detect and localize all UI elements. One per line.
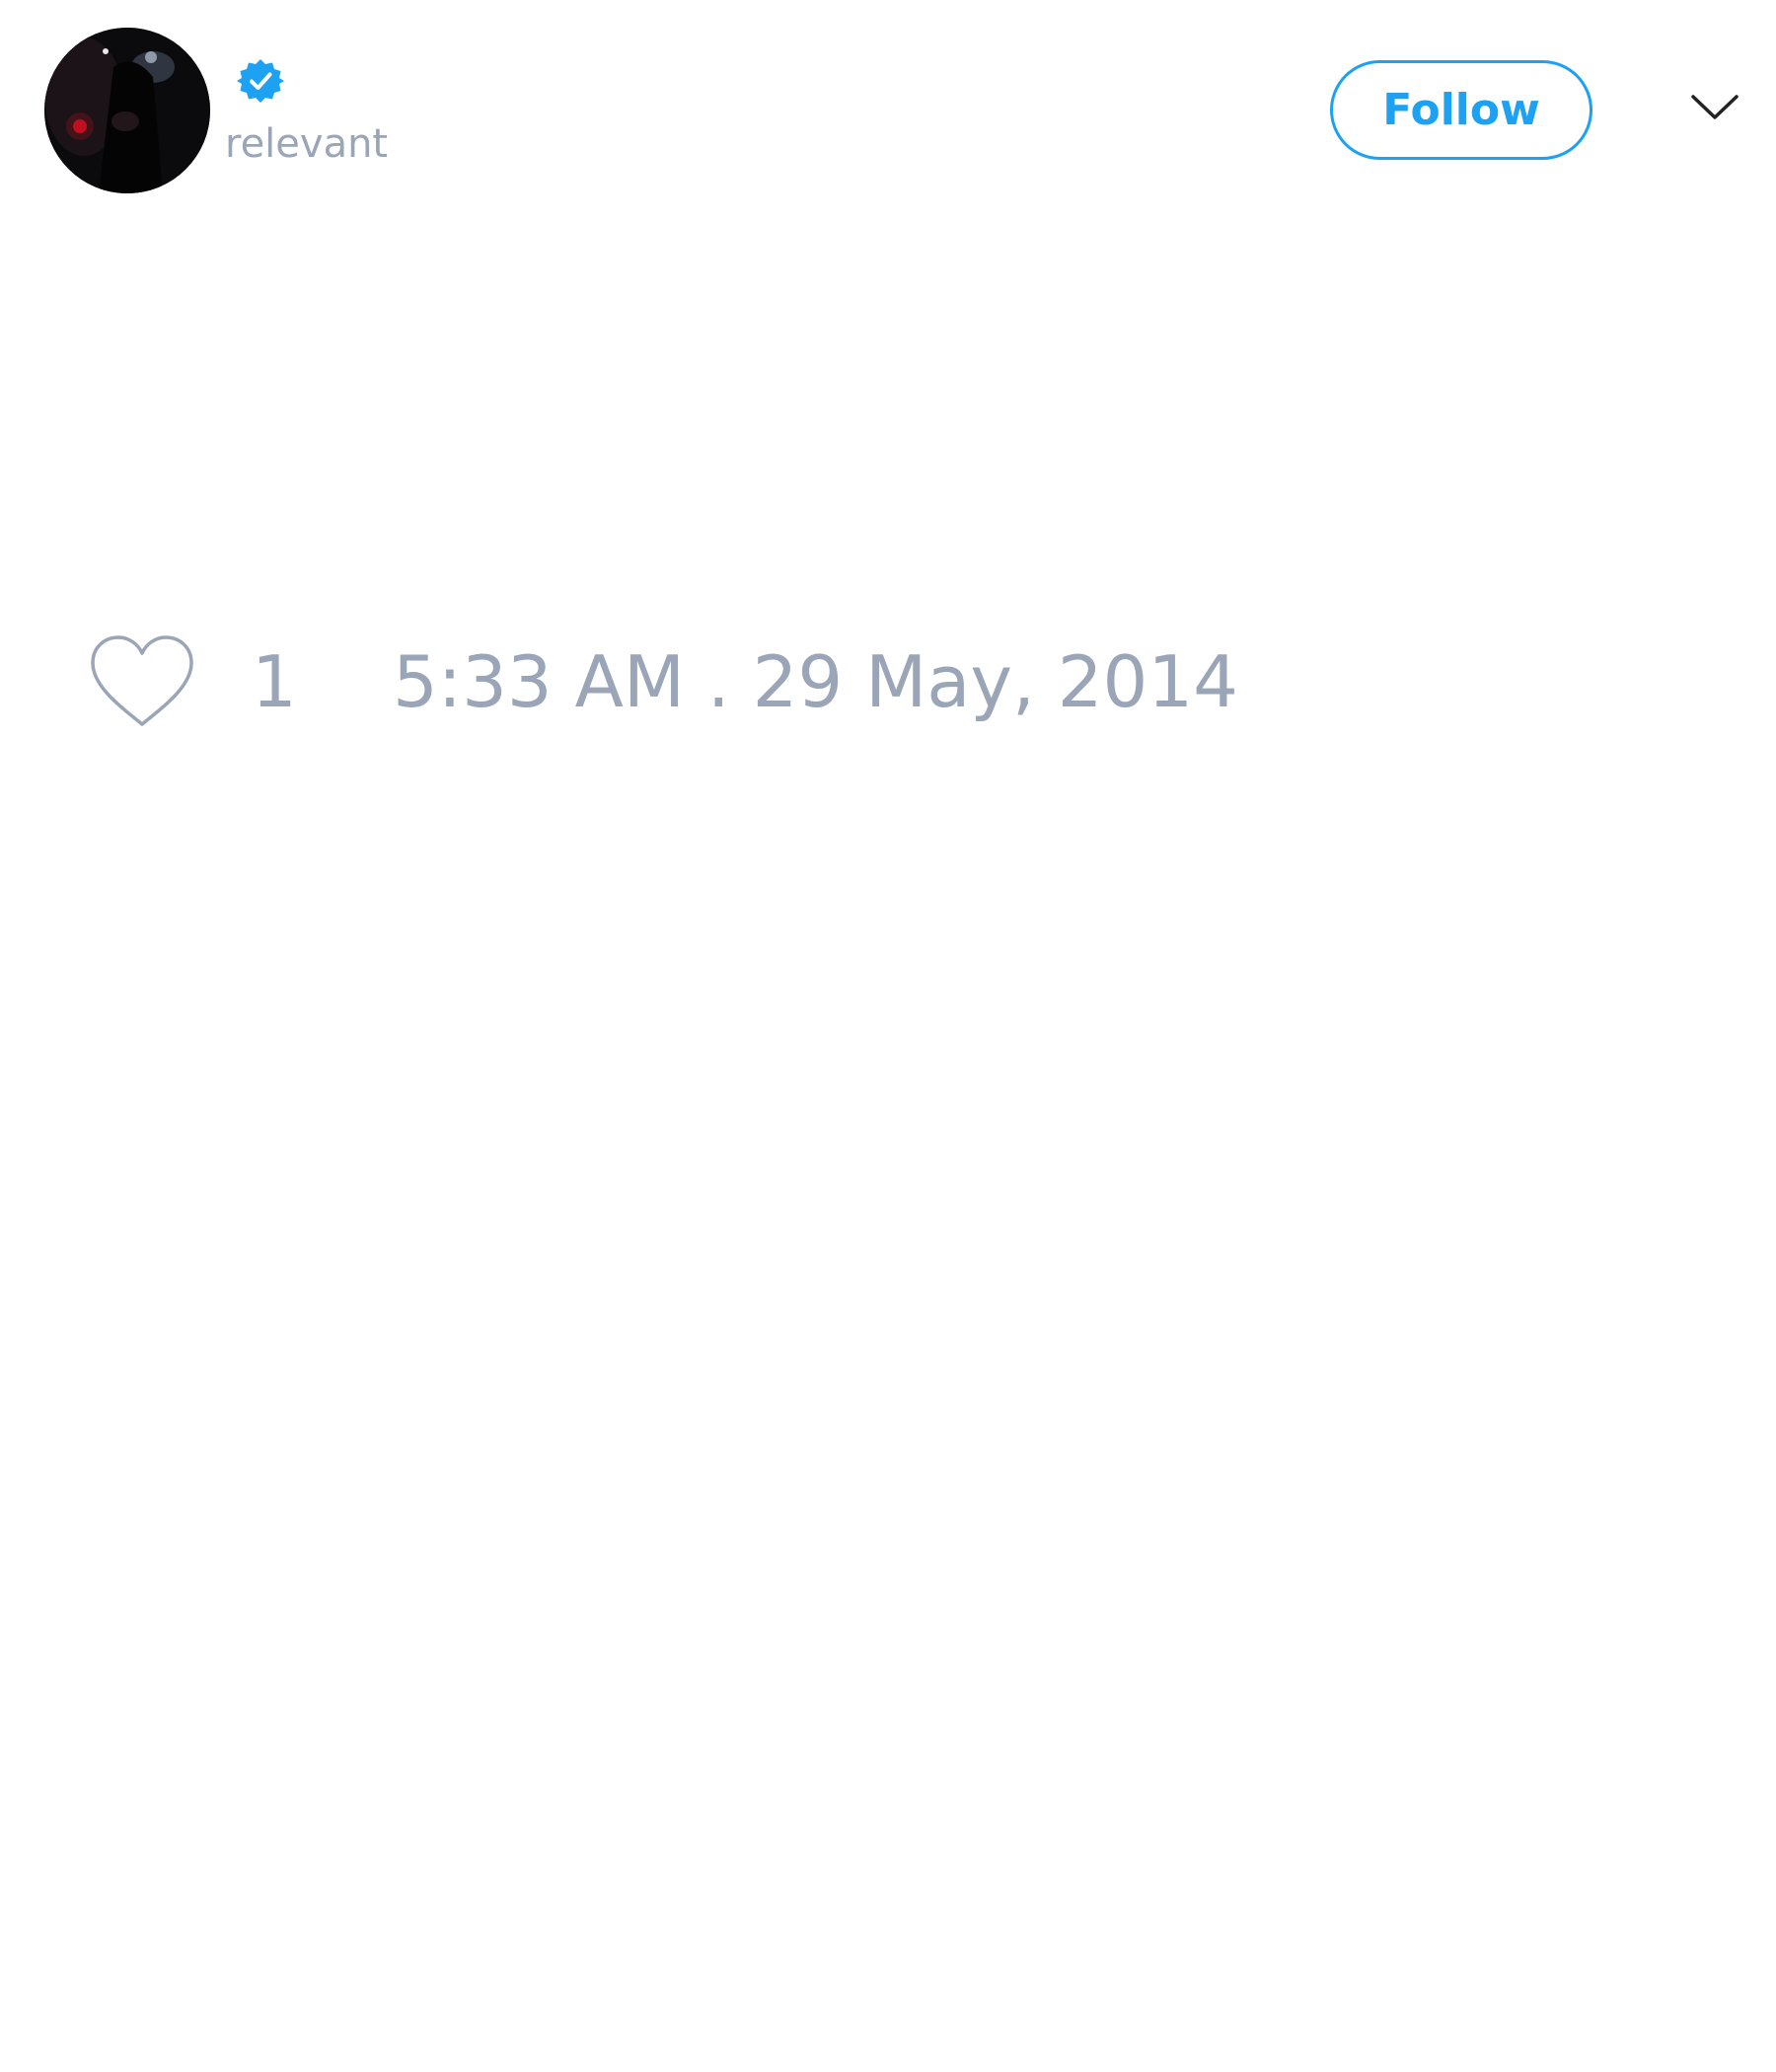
- avatar[interactable]: [44, 28, 210, 193]
- avatar-image: [44, 28, 210, 193]
- username[interactable]: relevant: [225, 124, 388, 164]
- follow-button[interactable]: Follow: [1330, 60, 1592, 160]
- chevron-down-icon[interactable]: [1690, 91, 1739, 124]
- tweet-card: relevant Follow 1 5:33 AM . 29 May, 2014: [0, 0, 1776, 2072]
- timestamp[interactable]: 5:33 AM . 29 May, 2014: [393, 646, 1238, 717]
- verified-badge-icon: [237, 59, 284, 103]
- heart-outline-icon[interactable]: [89, 633, 195, 730]
- like-count: 1: [252, 640, 297, 723]
